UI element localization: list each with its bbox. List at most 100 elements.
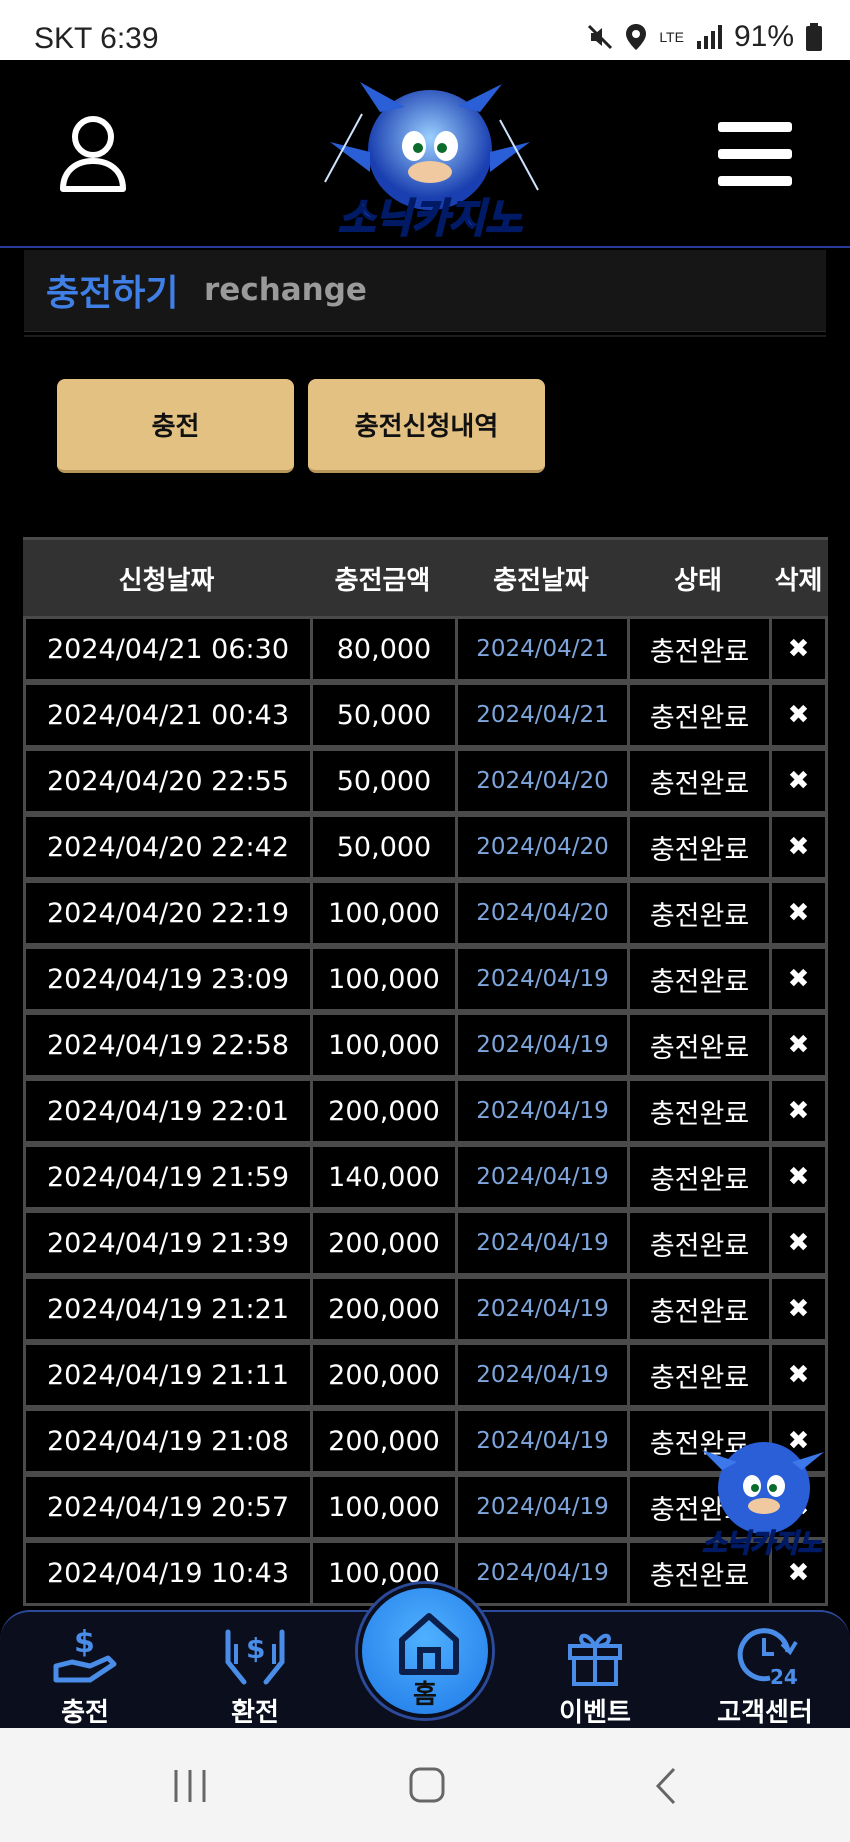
exchange-hands-dollar-icon: $ bbox=[225, 1629, 285, 1685]
network-type: LTE bbox=[659, 29, 684, 45]
delete-icon[interactable]: ✖ bbox=[772, 685, 825, 745]
cell-amount: 200,000 bbox=[313, 1345, 455, 1405]
battery-percent: 91% bbox=[733, 20, 794, 53]
table-header: 신청날짜 충전금액 충전날짜 상태 삭제 bbox=[23, 537, 828, 616]
nav-event-label: 이벤트 bbox=[559, 1698, 631, 1728]
delete-icon[interactable]: ✖ bbox=[772, 1081, 825, 1141]
cell-amount: 50,000 bbox=[313, 685, 455, 745]
floating-sonic-logo-button[interactable]: 소닉카지노 bbox=[692, 1430, 830, 1560]
table-row: 2024/04/19 23:09 100,000 2024/04/19 충전완료 ✖ bbox=[23, 946, 828, 1012]
cell-request-date: 2024/04/19 21:39 bbox=[26, 1213, 310, 1273]
delete-icon[interactable]: ✖ bbox=[772, 751, 825, 811]
cell-request-date: 2024/04/19 21:08 bbox=[26, 1411, 310, 1471]
table-row: 2024/04/19 21:39 200,000 2024/04/19 충전완료 ✖ bbox=[23, 1210, 828, 1276]
cell-request-date: 2024/04/21 06:30 bbox=[26, 619, 310, 679]
cell-status: 충전완료 bbox=[630, 1015, 769, 1075]
delete-icon[interactable]: ✖ bbox=[772, 1015, 825, 1075]
cell-charge-date: 2024/04/19 bbox=[458, 1081, 627, 1141]
nav-exchange[interactable]: $ 환전 bbox=[195, 1612, 315, 1730]
page-title-english: rechange bbox=[204, 272, 367, 308]
status-icons: LTE 91% bbox=[587, 20, 822, 54]
mute-icon bbox=[588, 24, 613, 50]
table-row: 2024/04/19 22:01 200,000 2024/04/19 충전완료 ✖ bbox=[23, 1078, 828, 1144]
status-bar: SKT 6:39 LTE 91% bbox=[0, 0, 850, 60]
delete-icon[interactable]: ✖ bbox=[772, 817, 825, 877]
cell-status: 충전완료 bbox=[630, 1345, 769, 1405]
cell-amount: 100,000 bbox=[313, 1477, 455, 1537]
cell-charge-date: 2024/04/19 bbox=[458, 1015, 627, 1075]
cell-charge-date: 2024/04/19 bbox=[458, 1345, 627, 1405]
column-header-charge-date: 충전날짜 bbox=[493, 565, 589, 596]
nav-event[interactable]: 이벤트 bbox=[535, 1612, 655, 1730]
cell-request-date: 2024/04/19 20:57 bbox=[26, 1477, 310, 1537]
cell-amount: 50,000 bbox=[313, 751, 455, 811]
nav-charge-label: 충전 bbox=[61, 1698, 109, 1728]
nav-home-label: 홈 bbox=[413, 1680, 437, 1710]
gift-icon bbox=[568, 1633, 622, 1686]
delete-icon[interactable]: ✖ bbox=[772, 619, 825, 679]
delete-icon[interactable]: ✖ bbox=[772, 883, 825, 943]
cell-request-date: 2024/04/19 22:01 bbox=[26, 1081, 310, 1141]
nav-home-button[interactable]: 홈 bbox=[358, 1584, 492, 1718]
cell-request-date: 2024/04/19 21:21 bbox=[26, 1279, 310, 1339]
cell-request-date: 2024/04/19 23:09 bbox=[26, 949, 310, 1009]
delete-icon[interactable]: ✖ bbox=[772, 1345, 825, 1405]
svg-text:$: $ bbox=[74, 1625, 95, 1660]
carrier-time: SKT 6:39 bbox=[34, 22, 159, 55]
cell-amount: 80,000 bbox=[313, 619, 455, 679]
cell-charge-date: 2024/04/21 bbox=[458, 685, 627, 745]
table-row: 2024/04/19 21:11 200,000 2024/04/19 충전완료 ✖ bbox=[23, 1342, 828, 1408]
cell-charge-date: 2024/04/20 bbox=[458, 751, 627, 811]
svg-text:소닉카지노: 소닉카지노 bbox=[338, 196, 522, 242]
cell-charge-date: 2024/04/19 bbox=[458, 1147, 627, 1207]
table-row: 2024/04/19 21:59 140,000 2024/04/19 충전완료 ✖ bbox=[23, 1144, 828, 1210]
page-title: 충전하기 rechange bbox=[24, 250, 826, 332]
charge-hand-dollar-icon: $ bbox=[53, 1625, 117, 1683]
column-header-amount: 충전금액 bbox=[334, 565, 431, 596]
column-header-status: 상태 bbox=[674, 565, 722, 596]
home-system-icon[interactable] bbox=[408, 1766, 446, 1804]
location-icon bbox=[626, 24, 647, 50]
svg-text:24: 24 bbox=[770, 1665, 798, 1688]
cell-request-date: 2024/04/20 22:55 bbox=[26, 751, 310, 811]
delete-icon[interactable]: ✖ bbox=[772, 1279, 825, 1339]
delete-icon[interactable]: ✖ bbox=[772, 949, 825, 1009]
cell-request-date: 2024/04/20 22:19 bbox=[26, 883, 310, 943]
cell-charge-date: 2024/04/19 bbox=[458, 1411, 627, 1471]
delete-icon[interactable]: ✖ bbox=[772, 1147, 825, 1207]
sonic-casino-logo[interactable]: 소닉카지노 bbox=[310, 72, 550, 242]
cell-amount: 100,000 bbox=[313, 1015, 455, 1075]
recent-apps-icon[interactable] bbox=[172, 1768, 208, 1804]
cell-request-date: 2024/04/19 21:59 bbox=[26, 1147, 310, 1207]
cell-charge-date: 2024/04/19 bbox=[458, 1477, 627, 1537]
back-icon[interactable] bbox=[652, 1766, 680, 1806]
delete-icon[interactable]: ✖ bbox=[772, 1213, 825, 1273]
cell-amount: 200,000 bbox=[313, 1411, 455, 1471]
hamburger-menu-icon[interactable] bbox=[718, 122, 792, 186]
cell-amount: 200,000 bbox=[313, 1213, 455, 1273]
svg-text:$: $ bbox=[246, 1632, 265, 1665]
cell-amount: 200,000 bbox=[313, 1279, 455, 1339]
page-title-korean: 충전하기 bbox=[46, 273, 179, 314]
nav-charge[interactable]: $ 충전 bbox=[25, 1612, 145, 1730]
svg-text:소닉카지노: 소닉카지노 bbox=[702, 1529, 822, 1559]
cell-request-date: 2024/04/20 22:42 bbox=[26, 817, 310, 877]
cell-charge-date: 2024/04/20 bbox=[458, 883, 627, 943]
cell-status: 충전완료 bbox=[630, 883, 769, 943]
cell-charge-date: 2024/04/20 bbox=[458, 817, 627, 877]
table-row: 2024/04/21 00:43 50,000 2024/04/21 충전완료 ✖ bbox=[23, 682, 828, 748]
cell-amount: 50,000 bbox=[313, 817, 455, 877]
divider bbox=[24, 335, 826, 337]
home-icon bbox=[399, 1613, 459, 1675]
nav-support[interactable]: 24 고객센터 bbox=[705, 1612, 825, 1730]
cell-charge-date: 2024/04/19 bbox=[458, 949, 627, 1009]
cell-status: 충전완료 bbox=[630, 619, 769, 679]
cell-status: 충전완료 bbox=[630, 1213, 769, 1273]
cell-status: 충전완료 bbox=[630, 1081, 769, 1141]
cell-amount: 100,000 bbox=[313, 883, 455, 943]
user-account-icon[interactable] bbox=[58, 115, 128, 193]
charge-history-button[interactable]: 충전신청내역 bbox=[308, 379, 545, 473]
charge-button[interactable]: 충전 bbox=[57, 379, 294, 473]
cell-request-date: 2024/04/19 10:43 bbox=[26, 1543, 310, 1603]
cell-status: 충전완료 bbox=[630, 817, 769, 877]
